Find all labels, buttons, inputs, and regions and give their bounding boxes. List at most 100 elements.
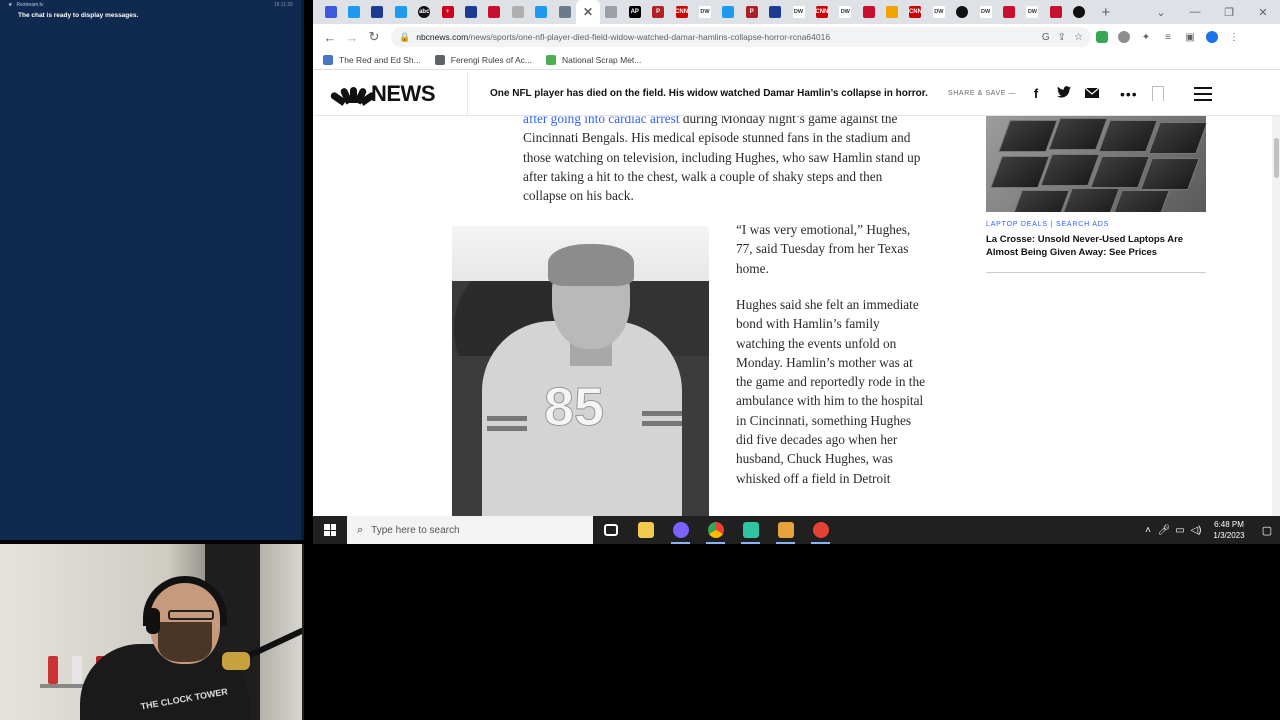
url-path: /news/sports/one-nfl-player-died-field-w… (468, 32, 831, 42)
extensions-puzzle-icon[interactable]: ✦ (1135, 26, 1157, 48)
browser-tab[interactable] (717, 0, 740, 24)
network-icon[interactable]: ▭ (1172, 525, 1188, 536)
ad-title-link[interactable]: La Crosse: Unsold Never-Used Laptops Are… (986, 234, 1206, 259)
dw-favicon-icon: DW (932, 6, 945, 18)
browser-tab[interactable]: AP (623, 0, 646, 24)
maximize-button[interactable]: ❐ (1212, 6, 1246, 19)
notifications-icon[interactable]: ▢ (1254, 524, 1280, 537)
back-button[interactable]: ← (319, 26, 341, 48)
browser-tab[interactable] (763, 0, 786, 24)
profile-avatar-icon[interactable] (1201, 26, 1223, 48)
browser-tab[interactable] (997, 0, 1020, 24)
microphone (222, 652, 250, 670)
browser-tab[interactable] (1068, 0, 1091, 24)
twitter-share-icon[interactable] (1050, 86, 1078, 101)
browser-tab[interactable] (483, 0, 506, 24)
side-panel-icon[interactable]: ▣ (1179, 26, 1201, 48)
browser-tab[interactable]: ✕ (576, 0, 600, 24)
browser-tab[interactable] (880, 0, 903, 24)
address-bar[interactable]: 🔒 nbcnews.com/news/sports/one-nfl-player… (391, 27, 1091, 47)
chrome-icon[interactable] (698, 516, 733, 544)
bookmark-item[interactable]: National Scrap Met... (546, 54, 642, 65)
bookmark-item[interactable]: Ferengi Rules of Ac... (434, 54, 532, 65)
ap-favicon-icon: AP (628, 6, 641, 18)
browser-tab[interactable]: DW (927, 0, 950, 24)
facebook-share-icon[interactable]: f (1022, 86, 1050, 101)
task-view-icon[interactable] (593, 516, 628, 544)
chat-panel: ★ Restream.tv 18:11:35 The chat is ready… (0, 0, 304, 540)
red-news-favicon-icon (1049, 6, 1062, 18)
restream-icon[interactable] (803, 516, 838, 544)
browser-tab[interactable] (530, 0, 553, 24)
task-view-icon-glyph (603, 524, 618, 536)
volume-icon[interactable]: ◁) (1188, 525, 1204, 536)
kebab-menu-icon[interactable]: ⋮ (1223, 26, 1245, 48)
browser-tab[interactable]: DW (693, 0, 716, 24)
browser-tab[interactable]: DW (834, 0, 857, 24)
browser-tab[interactable]: CNN (670, 0, 693, 24)
file-explorer-icon[interactable] (628, 516, 663, 544)
ad-divider (986, 272, 1206, 273)
save-bookmark-icon[interactable] (1151, 86, 1164, 101)
abc-news-favicon-icon: abc (418, 6, 431, 18)
windows-logo-icon (324, 524, 336, 536)
microphone-icon[interactable]: 🎤︎ (1156, 525, 1172, 536)
extension-icon[interactable] (1091, 26, 1113, 48)
browser-tab[interactable] (319, 0, 342, 24)
browser-tab[interactable] (459, 0, 482, 24)
chevron-up-icon[interactable]: ˄ (1140, 525, 1156, 536)
new-tab-button[interactable]: + (1097, 3, 1115, 21)
reload-button[interactable]: ↻ (363, 26, 385, 48)
tab-search-icon[interactable]: ⌄ (1144, 6, 1178, 19)
start-button[interactable] (313, 516, 347, 544)
dw-favicon-icon: DW (839, 6, 852, 18)
browser-tab[interactable] (506, 0, 529, 24)
webcam-feed: THE CLOCK TOWER (0, 544, 304, 720)
cardiac-arrest-link[interactable]: after going into cardiac arrest (523, 116, 680, 126)
browser-tab[interactable]: DW (974, 0, 997, 24)
bookmark-label: National Scrap Met... (562, 54, 642, 65)
nbc-news-logo[interactable]: NEWS (329, 81, 461, 107)
browser-tab[interactable]: CNN (904, 0, 927, 24)
media-player-icon[interactable] (768, 516, 803, 544)
bookmark-favicon-icon (546, 54, 557, 65)
reading-list-icon[interactable]: ≡ (1157, 26, 1179, 48)
browser-tab[interactable]: DW (787, 0, 810, 24)
browser-tab[interactable] (600, 0, 623, 24)
star-bookmark-icon[interactable]: ☆ (1074, 32, 1083, 43)
browser-tab[interactable] (1044, 0, 1067, 24)
browser-tab[interactable]: P (646, 0, 669, 24)
extension-icon[interactable] (1113, 26, 1135, 48)
close-window-button[interactable]: ✕ (1246, 6, 1280, 19)
taskbar-search[interactable]: ⌕ Type here to search (347, 516, 593, 544)
minimize-button[interactable]: — (1178, 6, 1212, 18)
browser-tab[interactable] (342, 0, 365, 24)
browser-tab[interactable]: CNN (810, 0, 833, 24)
forward-button[interactable]: → (341, 26, 363, 48)
google-lens-icon[interactable]: G (1042, 32, 1050, 43)
ad-laptops-image[interactable] (986, 116, 1206, 212)
close-tab-icon[interactable]: ✕ (582, 5, 594, 19)
share-icon[interactable]: ⇪ (1058, 32, 1066, 43)
browser-tab[interactable] (553, 0, 576, 24)
discord-icon[interactable] (663, 516, 698, 544)
page-scrollbar[interactable] (1272, 116, 1280, 516)
scrollbar-thumb[interactable] (1274, 138, 1279, 178)
browser-tab[interactable] (857, 0, 880, 24)
chat-header: ★ Restream.tv 18:11:35 (0, 0, 301, 10)
more-options-icon[interactable]: ••• (1120, 86, 1138, 102)
hamburger-menu-icon[interactable] (1193, 83, 1212, 105)
bookmark-item[interactable]: The Red and Ed Sh... (323, 54, 421, 65)
browser-tab[interactable] (389, 0, 412, 24)
browser-tab[interactable]: + (436, 0, 459, 24)
streamlabs-icon[interactable] (733, 516, 768, 544)
browser-tab[interactable]: P (740, 0, 763, 24)
browser-tab[interactable] (951, 0, 974, 24)
url-text[interactable]: nbcnews.com/news/sports/one-nfl-player-d… (416, 32, 1034, 42)
email-share-icon[interactable] (1078, 86, 1106, 101)
browser-tab[interactable] (366, 0, 389, 24)
browser-tab[interactable]: abc (413, 0, 436, 24)
browser-tab[interactable]: DW (1021, 0, 1044, 24)
taskbar-clock[interactable]: 6:48 PM 1/3/2023 (1204, 519, 1254, 541)
url-domain: nbcnews.com (416, 32, 469, 42)
